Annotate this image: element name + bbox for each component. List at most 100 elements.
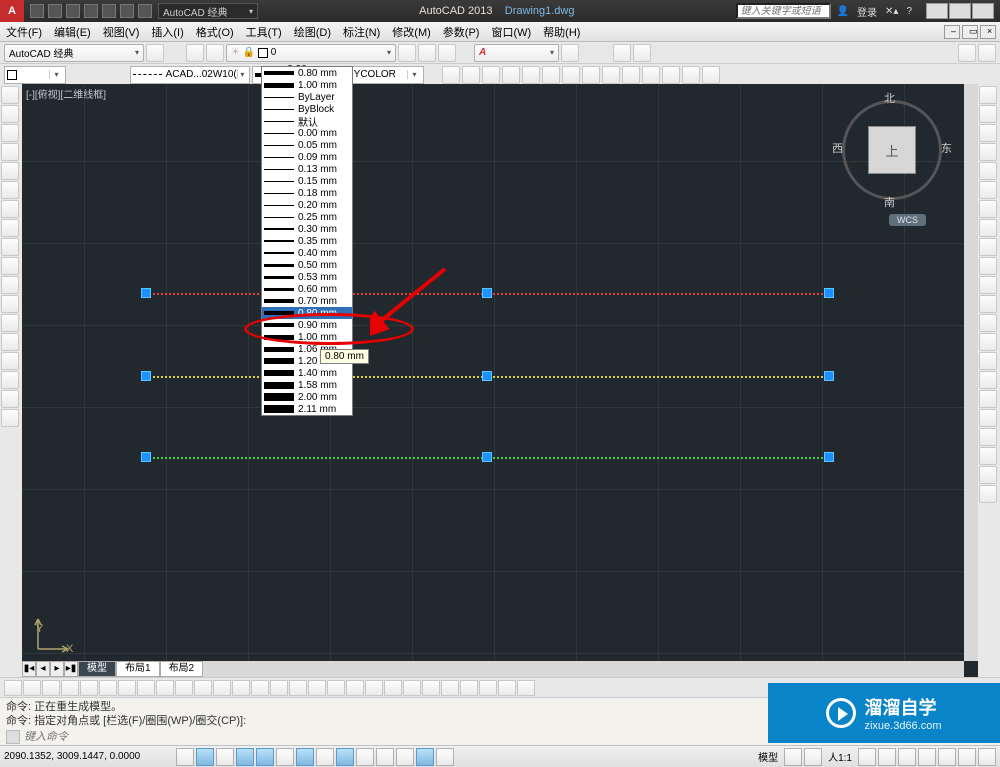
lineweight-option[interactable]: 0.00 mm <box>262 127 352 139</box>
lineweight-option[interactable]: 0.53 mm <box>262 271 352 283</box>
plotstyle-combo[interactable]: BYCOLOR ▾ <box>344 66 424 84</box>
dim-ordinate-icon[interactable] <box>61 680 79 696</box>
hatch-tool-icon[interactable] <box>1 219 19 237</box>
std-redo-icon[interactable] <box>662 66 680 84</box>
extend-tool-icon[interactable] <box>979 276 997 294</box>
grip[interactable] <box>824 288 834 298</box>
annovis-icon[interactable] <box>858 748 876 766</box>
qat-save-icon[interactable] <box>66 4 80 18</box>
tab-nav-last[interactable]: ▸▮ <box>64 661 78 677</box>
menu-window[interactable]: 窗口(W) <box>485 24 537 40</box>
layer-prev-icon[interactable] <box>418 44 436 62</box>
dim-misc4-icon[interactable] <box>479 680 497 696</box>
arc-tool-icon[interactable] <box>1 143 19 161</box>
grip[interactable] <box>482 288 492 298</box>
lineweight-option[interactable]: 2.00 mm <box>262 391 352 403</box>
qat-new-icon[interactable] <box>30 4 44 18</box>
layer-iso-icon[interactable] <box>438 44 456 62</box>
dim-quick-icon[interactable] <box>137 680 155 696</box>
menu-format[interactable]: 格式(O) <box>190 24 240 40</box>
dim-angular-icon[interactable] <box>118 680 136 696</box>
dim-jogged-icon[interactable] <box>289 680 307 696</box>
dim-tolerance-icon[interactable] <box>232 680 250 696</box>
menu-help[interactable]: 帮助(H) <box>537 24 586 40</box>
lineweight-option[interactable]: ByLayer <box>262 91 352 103</box>
grip[interactable] <box>482 452 492 462</box>
dim-break-icon[interactable] <box>213 680 231 696</box>
maximize-button[interactable] <box>949 3 971 19</box>
cleanscreen-icon[interactable] <box>978 748 996 766</box>
qat-saveas-icon[interactable] <box>84 4 98 18</box>
lineweight-option[interactable]: 默认 <box>262 115 352 127</box>
lineweight-option[interactable]: 0.05 mm <box>262 139 352 151</box>
help-icon[interactable]: ? <box>906 6 912 17</box>
ortho-toggle[interactable] <box>216 748 234 766</box>
donut-tool-icon[interactable] <box>1 390 19 408</box>
std-publish-icon[interactable] <box>542 66 560 84</box>
table-tool-icon[interactable] <box>1 276 19 294</box>
lineweight-option[interactable]: 0.50 mm <box>262 259 352 271</box>
navbar-zoom-icon[interactable] <box>979 428 997 446</box>
lineweight-option[interactable]: 1.00 mm <box>262 79 352 91</box>
render-icon[interactable] <box>958 44 976 62</box>
lineweight-option[interactable]: 0.20 mm <box>262 199 352 211</box>
compass-west[interactable]: 西 <box>832 140 843 156</box>
std-undo-icon[interactable] <box>642 66 660 84</box>
dim-baseline-icon[interactable] <box>156 680 174 696</box>
join-tool-icon[interactable] <box>979 314 997 332</box>
status-misc2-icon[interactable] <box>804 748 822 766</box>
dim-aligned-icon[interactable] <box>23 680 41 696</box>
workspace-title-combo[interactable]: AutoCAD 经典 ▾ <box>158 3 258 19</box>
text-a-tool-icon[interactable] <box>1 371 19 389</box>
array-tool-icon[interactable] <box>979 162 997 180</box>
menu-param[interactable]: 参数(P) <box>437 24 486 40</box>
mdi-restore-button[interactable]: ▭ <box>962 25 978 39</box>
lineweight-option[interactable]: 1.58 mm <box>262 379 352 391</box>
tablestyle-icon[interactable] <box>613 44 631 62</box>
grip[interactable] <box>824 371 834 381</box>
coordinates-readout[interactable]: 2090.1352, 3009.1447, 0.0000 <box>4 751 174 762</box>
dim-arc-icon[interactable] <box>42 680 60 696</box>
workspace-combo[interactable]: AutoCAD 经典 ▾ <box>4 44 144 62</box>
copy-tool-icon[interactable] <box>979 105 997 123</box>
tpy-toggle[interactable] <box>376 748 394 766</box>
dim-inspect-icon[interactable] <box>270 680 288 696</box>
std-open-icon[interactable] <box>462 66 480 84</box>
view-cube[interactable]: 上 北 南 东 西 <box>832 90 952 210</box>
mdi-minimize-button[interactable]: – <box>944 25 960 39</box>
lineweight-option[interactable]: 0.40 mm <box>262 247 352 259</box>
view-cube-top[interactable]: 上 <box>868 126 916 174</box>
navbar-orbit-icon[interactable] <box>979 447 997 465</box>
dim-radius-icon[interactable] <box>80 680 98 696</box>
break-tool-icon[interactable] <box>979 295 997 313</box>
dim-continue-icon[interactable] <box>175 680 193 696</box>
lineweight-option[interactable]: 0.30 mm <box>262 223 352 235</box>
minimize-button[interactable] <box>926 3 948 19</box>
navbar-showm-icon[interactable] <box>979 485 997 503</box>
color-combo[interactable]: ▾ <box>4 66 66 84</box>
grip[interactable] <box>824 452 834 462</box>
grip[interactable] <box>141 371 151 381</box>
tab-nav-next[interactable]: ▸ <box>50 661 64 677</box>
ducs-toggle[interactable] <box>316 748 334 766</box>
lineweight-option[interactable]: 0.18 mm <box>262 187 352 199</box>
lineweight-option[interactable]: 2.11 mm <box>262 403 352 415</box>
lineweight-option[interactable]: 0.13 mm <box>262 163 352 175</box>
std-plot-icon[interactable] <box>502 66 520 84</box>
hardware-acc-icon[interactable] <box>938 748 956 766</box>
layer-combo[interactable]: ☀ 🔒 0 ▾ <box>226 44 396 62</box>
navbar-wheel-icon[interactable] <box>979 466 997 484</box>
workspace-settings-icon[interactable] <box>146 44 164 62</box>
dyn-toggle[interactable] <box>336 748 354 766</box>
polar-toggle[interactable] <box>236 748 254 766</box>
ellipse-tool-icon[interactable] <box>1 200 19 218</box>
mdi-close-button[interactable]: × <box>980 25 996 39</box>
mtext-tool-icon[interactable] <box>1 295 19 313</box>
lineweight-option[interactable]: 0.09 mm <box>262 151 352 163</box>
isolate-icon[interactable] <box>958 748 976 766</box>
rotate-tool-icon[interactable] <box>979 200 997 218</box>
lineweight-option[interactable]: 0.15 mm <box>262 175 352 187</box>
dim-space-icon[interactable] <box>194 680 212 696</box>
region-tool-icon[interactable] <box>1 257 19 275</box>
qat-undo-icon[interactable] <box>120 4 134 18</box>
